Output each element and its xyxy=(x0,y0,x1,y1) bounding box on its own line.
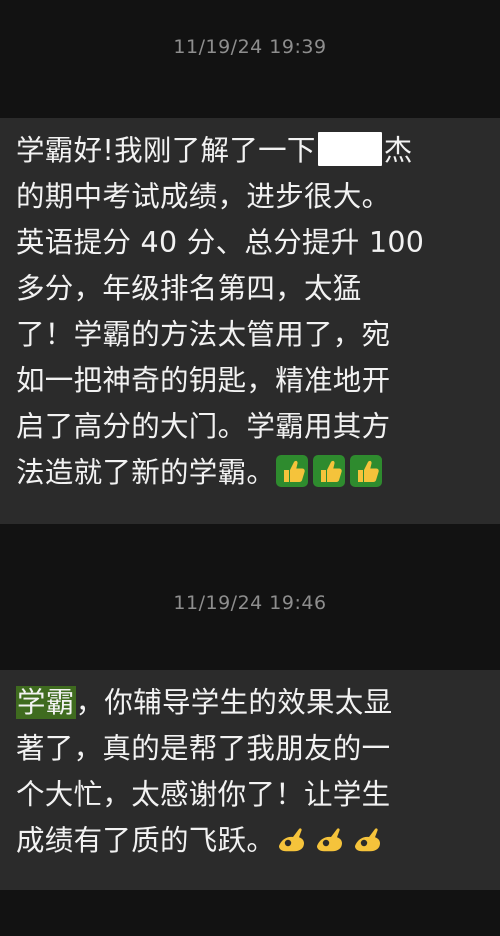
ok-hand-icon xyxy=(313,822,347,856)
message-line: 法造就了新的学霸。 xyxy=(16,450,484,502)
search-highlight: 学霸 xyxy=(16,686,76,719)
emoji-group xyxy=(275,822,389,870)
message-line: 启了高分的大门。学霸用其方 xyxy=(16,410,391,443)
message-text: 法造就了新的学霸。 xyxy=(16,456,276,489)
message-text: ，你辅导学生的效果太显 xyxy=(75,686,393,719)
message-line: 成绩有了质的飞跃。 xyxy=(16,818,484,870)
redacted-name-block xyxy=(317,132,382,166)
message-text: 成绩有了质的飞跃。 xyxy=(16,824,276,857)
thumbs-up-icon xyxy=(275,454,309,488)
message-line: 学霸，你辅导学生的效果太显 xyxy=(16,680,484,726)
message-bubble[interactable]: 学霸好!我刚了解了一下 杰 的期中考试成绩，进步很大。 英语提分 40 分、总分提… xyxy=(0,118,500,524)
message-text: 学霸好!我刚了解了一下 xyxy=(16,134,316,167)
message-line: 的期中考试成绩，进步很大。 xyxy=(16,180,391,213)
emoji-group xyxy=(275,454,386,502)
message-line: 著了，真的是帮了我朋友的一 xyxy=(16,732,391,765)
ok-hand-icon xyxy=(351,822,385,856)
ok-hand-icon xyxy=(275,822,309,856)
message-timestamp: 11/19/24 19:39 xyxy=(173,36,327,58)
message-line: 学霸好!我刚了解了一下 杰 xyxy=(16,128,484,174)
thumbs-up-icon xyxy=(312,454,346,488)
message-text: 杰 xyxy=(383,134,413,167)
message-line: 英语提分 40 分、总分提升 100 xyxy=(16,226,425,259)
message-bubble[interactable]: 学霸，你辅导学生的效果太显 著了，真的是帮了我朋友的一 个大忙，太感谢你了！让学… xyxy=(0,670,500,890)
message-timestamp: 11/19/24 19:46 xyxy=(173,592,327,614)
message-line: 如一把神奇的钥匙，精准地开 xyxy=(16,364,391,397)
message-line: 多分，年级排名第四，太猛 xyxy=(16,272,362,305)
message-line: 个大忙，太感谢你了！让学生 xyxy=(16,778,391,811)
message-line: 了！学霸的方法太管用了，宛 xyxy=(16,318,391,351)
thumbs-up-icon xyxy=(349,454,383,488)
